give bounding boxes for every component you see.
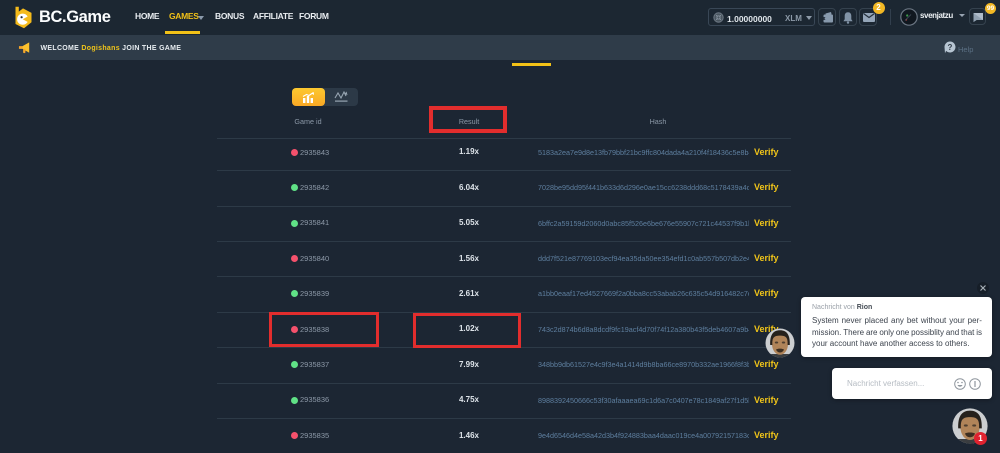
svg-text:?: ? (947, 43, 952, 52)
